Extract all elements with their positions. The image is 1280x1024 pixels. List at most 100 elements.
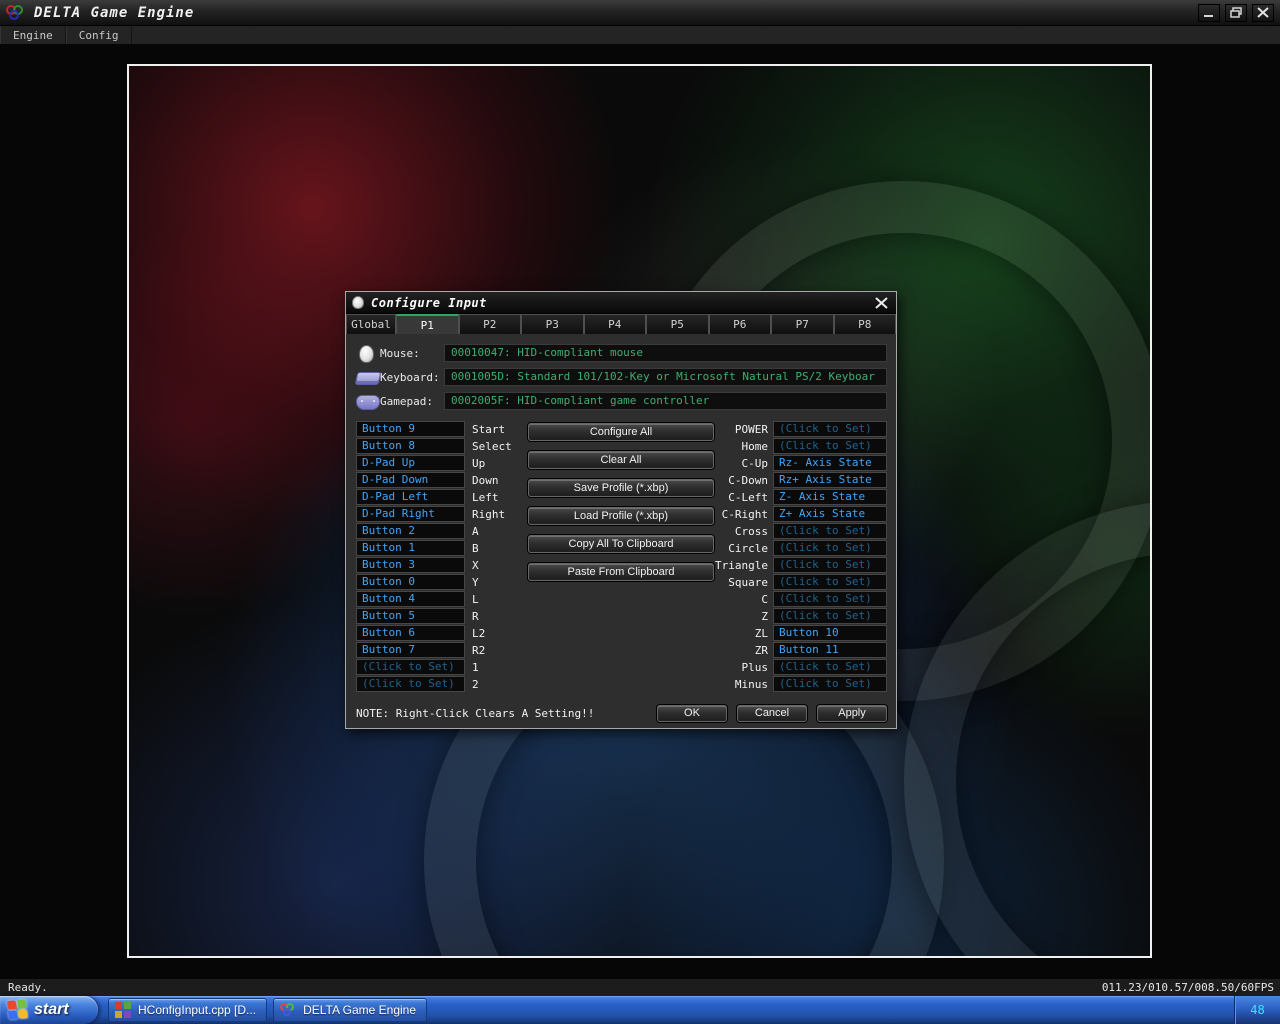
configure-all-button[interactable]: Configure All (528, 423, 714, 441)
tab-p8[interactable]: P8 (834, 314, 897, 334)
mapping-value-triangle[interactable]: (Click to Set) (773, 557, 887, 573)
mapping-key-label: R (472, 610, 479, 623)
mapping-key-label: Y (472, 576, 479, 589)
mapping-value-up[interactable]: D-Pad Up (356, 455, 465, 471)
device-field: 00010047: HID-compliant mouse (444, 344, 887, 362)
mapping-value-zl[interactable]: Button 10 (773, 625, 887, 641)
mapping-value-a[interactable]: Button 2 (356, 523, 465, 539)
mapping-value-c-left[interactable]: Z- Axis State (773, 489, 887, 505)
dialog-titlebar: Configure Input (346, 292, 896, 314)
tab-p5[interactable]: P5 (646, 314, 709, 334)
mapping-value-circle[interactable]: (Click to Set) (773, 540, 887, 556)
mapping-value-c-down[interactable]: Rz+ Axis State (773, 472, 887, 488)
mapping-key-label: Plus (713, 661, 773, 674)
mapping-value-power[interactable]: (Click to Set) (773, 421, 887, 437)
mapping-row: Button 7 R2 (356, 642, 512, 658)
mapping-value-home[interactable]: (Click to Set) (773, 438, 887, 454)
taskbar-task-delta-game-engine[interactable]: DELTA Game Engine (273, 998, 427, 1022)
mapping-value-l[interactable]: Button 4 (356, 591, 465, 607)
mapping-row: Plus(Click to Set) (713, 659, 887, 675)
tray-fps-value: 48 (1250, 1003, 1264, 1017)
mapping-column-right: POWER(Click to Set)Home(Click to Set)C-U… (713, 421, 887, 693)
dialog-close-button[interactable] (872, 295, 890, 311)
close-button[interactable] (1252, 4, 1274, 22)
tab-p7[interactable]: P7 (771, 314, 834, 334)
mapping-row: Button 2A (356, 523, 512, 539)
mapping-row: (Click to Set)2 (356, 676, 512, 692)
tab-global[interactable]: Global (346, 314, 396, 334)
dialog-mouse-icon (352, 296, 364, 309)
tab-p3[interactable]: P3 (521, 314, 584, 334)
save-profile-xbp-button[interactable]: Save Profile (*.xbp) (528, 479, 714, 497)
device-label: Keyboard: (380, 371, 444, 384)
minimize-button[interactable] (1198, 4, 1220, 22)
mapping-value-cross[interactable]: (Click to Set) (773, 523, 887, 539)
clear-all-button[interactable]: Clear All (528, 451, 714, 469)
mapping-row: Cross(Click to Set) (713, 523, 887, 539)
mapping-value-down[interactable]: D-Pad Down (356, 472, 465, 488)
taskbar-task-hconfiginput-cpp-d[interactable]: HConfigInput.cpp [D... (108, 998, 267, 1022)
window-titlebar: DELTA Game Engine (0, 0, 1280, 26)
copy-all-to-clipboard-button[interactable]: Copy All To Clipboard (528, 535, 714, 553)
mapping-value-1[interactable]: (Click to Set) (356, 659, 465, 675)
mapping-value-y[interactable]: Button 0 (356, 574, 465, 590)
mapping-value-2[interactable]: (Click to Set) (356, 676, 465, 692)
mapping-value-c-right[interactable]: Z+ Axis State (773, 506, 887, 522)
cancel-button[interactable]: Cancel (737, 705, 807, 722)
mapping-value-select[interactable]: Button 8 (356, 438, 465, 454)
taskbar: start HConfigInput.cpp [D...DELTA Game E… (0, 996, 1280, 1024)
mapping-key-label: Home (713, 440, 773, 453)
menu-item-engine[interactable]: Engine (0, 26, 66, 44)
mapping-value-minus[interactable]: (Click to Set) (773, 676, 887, 692)
taskbar-tasks: HConfigInput.cpp [D...DELTA Game Engine (108, 998, 427, 1022)
tab-p6[interactable]: P6 (709, 314, 772, 334)
tab-p1[interactable]: P1 (396, 314, 459, 334)
menu-item-config[interactable]: Config (66, 26, 132, 44)
dialog-title: Configure Input (371, 296, 487, 310)
mapping-row: D-Pad LeftLeft (356, 489, 512, 505)
mapping-value-c[interactable]: (Click to Set) (773, 591, 887, 607)
mapping-column-left: Button 9StartButton 8SelectD-Pad UpUpD-P… (356, 421, 512, 693)
configure-input-dialog: Configure Input GlobalP1P2P3P4P5P6P7P8 M… (345, 291, 897, 729)
mapping-key-label: Cross (713, 525, 773, 538)
mapping-row: C-LeftZ- Axis State (713, 489, 887, 505)
mapping-key-label: R2 (472, 644, 485, 657)
mapping-row: ZLButton 10 (713, 625, 887, 641)
mapping-value-square[interactable]: (Click to Set) (773, 574, 887, 590)
mapping-value-l2[interactable]: Button 6 (356, 625, 465, 641)
restore-button[interactable] (1225, 4, 1247, 22)
close-icon (1257, 7, 1269, 18)
mapping-key-label: B (472, 542, 479, 555)
mapping-value-left[interactable]: D-Pad Left (356, 489, 465, 505)
start-button[interactable]: start (0, 996, 98, 1024)
mapping-row: Button 0 Y (356, 574, 512, 590)
mouse-icon (356, 345, 380, 361)
mapping-value-right[interactable]: D-Pad Right (356, 506, 465, 522)
mapping-value-zr[interactable]: Button 11 (773, 642, 887, 658)
paste-from-clipboard-button[interactable]: Paste From Clipboard (528, 563, 714, 581)
tab-p4[interactable]: P4 (584, 314, 647, 334)
mapping-value-r2[interactable]: Button 7 (356, 642, 465, 658)
ok-button[interactable]: OK (657, 705, 727, 722)
load-profile-xbp-button[interactable]: Load Profile (*.xbp) (528, 507, 714, 525)
mapping-row: C-UpRz- Axis State (713, 455, 887, 471)
mapping-row: D-Pad RightRight (356, 506, 512, 522)
mapping-value-plus[interactable]: (Click to Set) (773, 659, 887, 675)
gamepad-icon (356, 393, 380, 409)
status-message: Ready. (8, 981, 48, 994)
mapping-value-c-up[interactable]: Rz- Axis State (773, 455, 887, 471)
apply-button[interactable]: Apply (817, 705, 887, 722)
device-field: 0002005F: HID-compliant game controller (444, 392, 887, 410)
mapping-value-r[interactable]: Button 5 (356, 608, 465, 624)
system-tray: 48 (1234, 996, 1280, 1024)
mapping-row: D-Pad DownDown (356, 472, 512, 488)
tab-p2[interactable]: P2 (459, 314, 522, 334)
mapping-value-b[interactable]: Button 1 (356, 540, 465, 556)
mapping-value-x[interactable]: Button 3 (356, 557, 465, 573)
mapping-value-start[interactable]: Button 9 (356, 421, 465, 437)
mapping-row: (Click to Set)1 (356, 659, 512, 675)
mapping-key-label: C-Up (713, 457, 773, 470)
mapping-value-z[interactable]: (Click to Set) (773, 608, 887, 624)
mapping-row: Z(Click to Set) (713, 608, 887, 624)
device-row: Gamepad:0002005F: HID-compliant game con… (356, 392, 887, 410)
